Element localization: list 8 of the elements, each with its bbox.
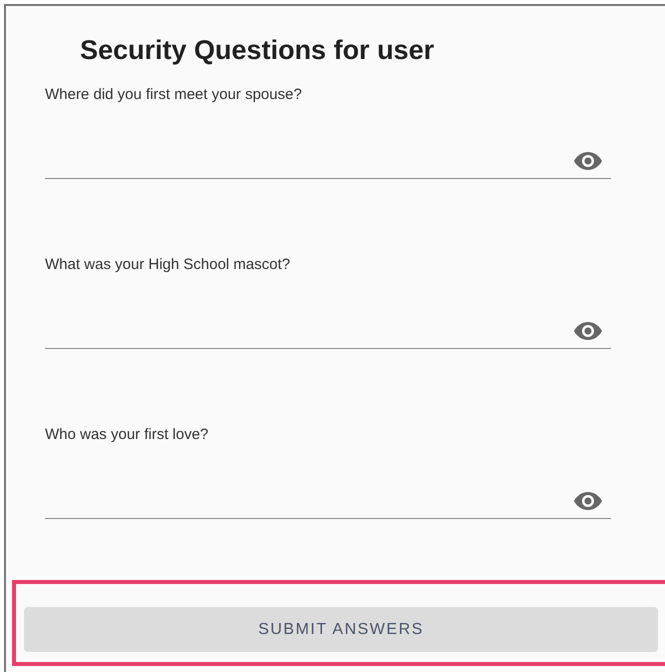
eye-icon[interactable]: [573, 151, 603, 171]
form-title: Security Questions for user: [80, 34, 436, 66]
submit-button[interactable]: SUBMIT ANSWERS: [24, 607, 658, 652]
eye-icon[interactable]: [573, 321, 603, 341]
eye-icon[interactable]: [573, 491, 603, 511]
question-label: Who was your first love?: [45, 426, 210, 444]
question-label: What was your High School mascot?: [45, 256, 292, 274]
question-label: Where did you first meet your spouse?: [45, 86, 303, 104]
